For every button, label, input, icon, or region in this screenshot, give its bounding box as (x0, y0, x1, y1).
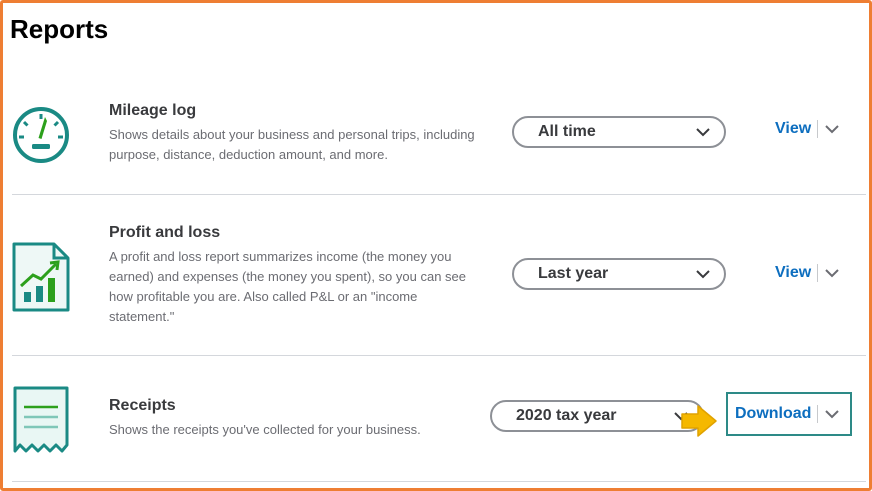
more-options-chevron-icon[interactable] (825, 124, 839, 134)
report-row-receipts: Receipts Shows the receipts you've colle… (12, 355, 866, 481)
report-description: A profit and loss report summarizes inco… (109, 249, 466, 324)
speedometer-icon (12, 106, 70, 169)
view-button[interactable]: View (775, 264, 811, 282)
report-description: Shows the receipts you've collected for … (109, 422, 421, 437)
page-title: Reports (10, 14, 109, 44)
report-action-group: View (775, 120, 839, 138)
report-name: Receipts (109, 397, 176, 414)
report-text: Receipts Shows the receipts you've colle… (109, 397, 484, 440)
split-divider (817, 264, 819, 282)
report-text: Mileage log Shows details about your bus… (109, 102, 484, 165)
period-select-value: All time (538, 123, 596, 140)
download-action-group-highlighted: Download (726, 392, 852, 436)
report-row-mileage-log: Mileage log Shows details about your bus… (12, 80, 866, 194)
chevron-down-icon (696, 127, 710, 136)
more-options-chevron-icon[interactable] (825, 409, 840, 419)
arrow-pointer-icon (681, 405, 717, 437)
period-select-value: Last year (538, 265, 609, 282)
row-divider (12, 481, 866, 482)
split-divider (817, 120, 819, 138)
view-button[interactable]: View (775, 120, 811, 138)
report-name: Profit and loss (109, 224, 221, 241)
chevron-down-icon (696, 269, 710, 278)
report-row-profit-and-loss: Profit and loss A profit and loss report… (12, 194, 866, 355)
receipt-icon (12, 385, 70, 460)
report-description: Shows details about your business and pe… (109, 127, 475, 162)
period-select[interactable]: 2020 tax year (490, 400, 704, 432)
period-select[interactable]: Last year (512, 258, 726, 290)
report-action-group: View (775, 264, 839, 282)
more-options-chevron-icon[interactable] (825, 268, 839, 278)
period-select[interactable]: All time (512, 116, 726, 148)
period-select-value: 2020 tax year (516, 407, 617, 424)
split-divider (817, 405, 819, 423)
download-button[interactable]: Download (735, 405, 811, 423)
report-text: Profit and loss A profit and loss report… (109, 224, 484, 327)
chart-document-icon (12, 242, 70, 317)
report-name: Mileage log (109, 102, 197, 119)
